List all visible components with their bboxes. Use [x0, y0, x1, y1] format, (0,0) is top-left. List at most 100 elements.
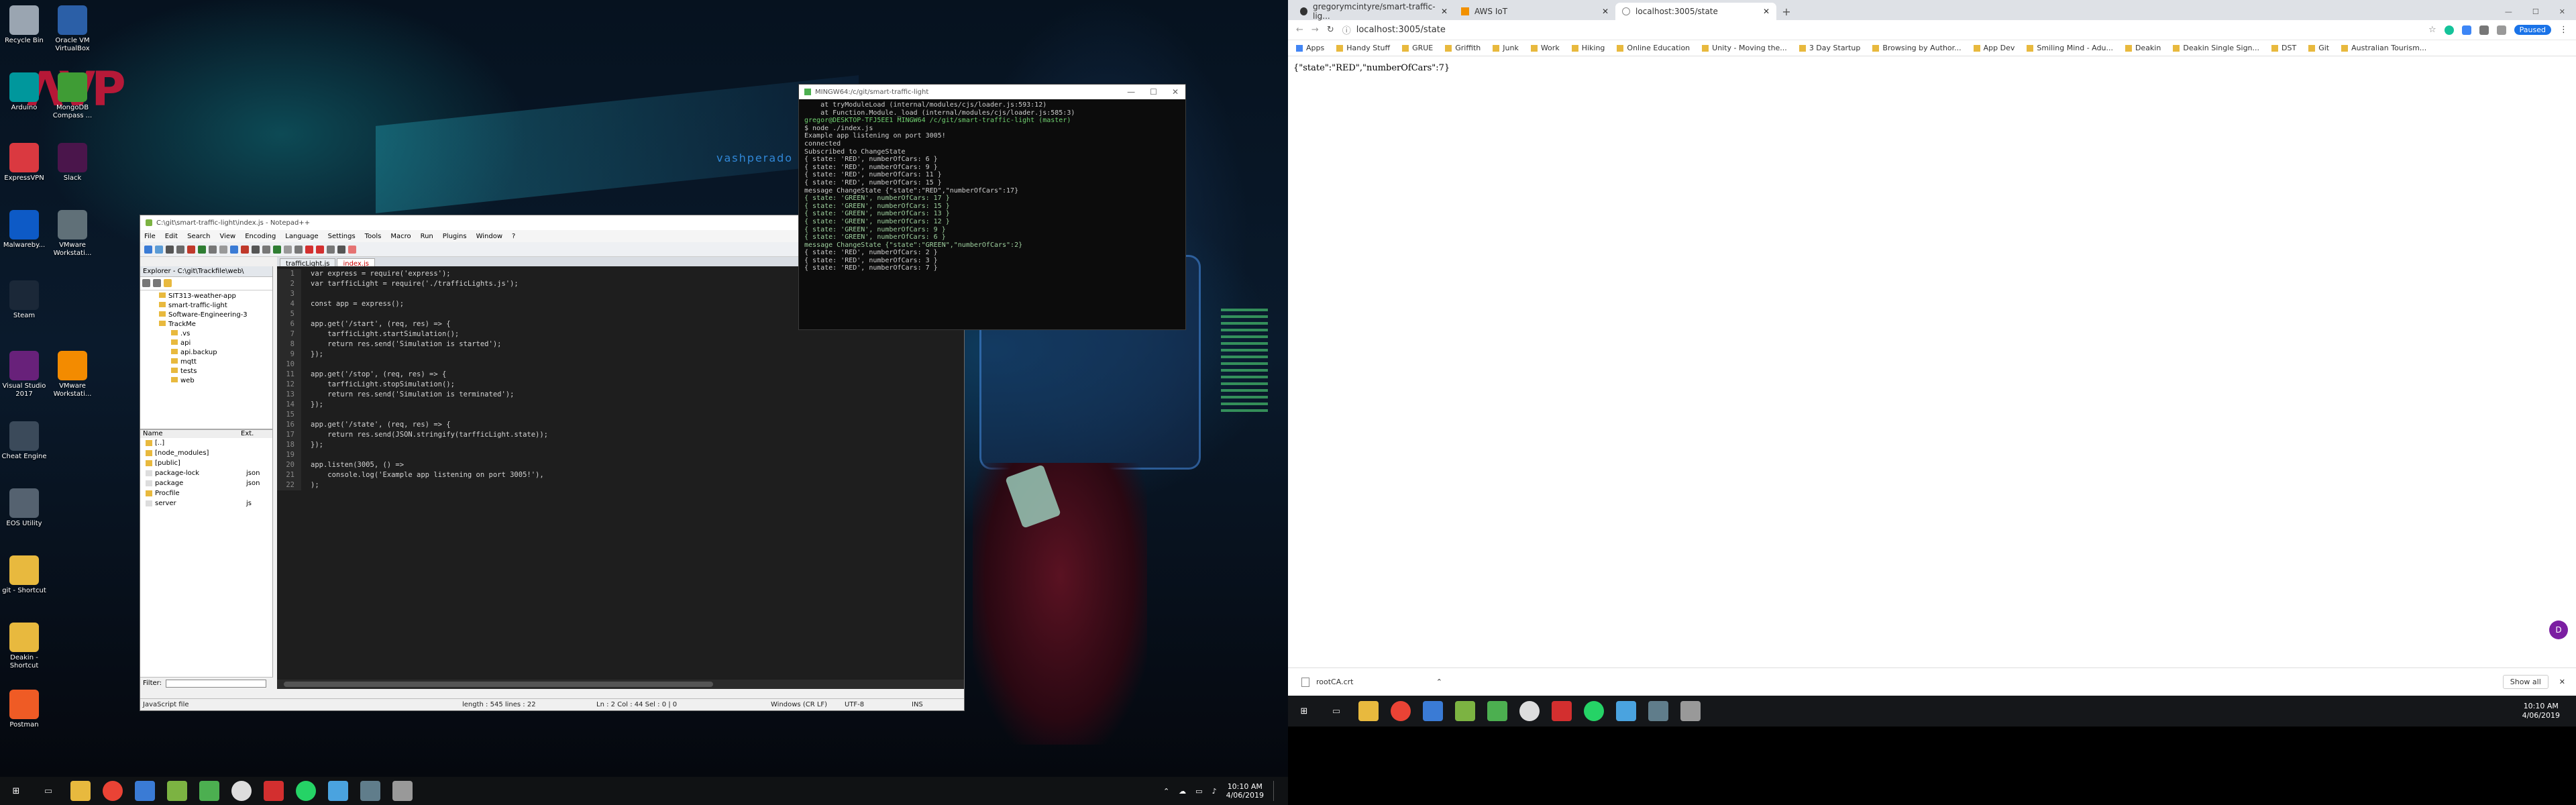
extension-icon[interactable] [2479, 25, 2489, 35]
file-row[interactable]: [public] [146, 458, 272, 468]
app-icon[interactable] [1616, 701, 1636, 721]
address-bar[interactable]: ⓘ localhost:3005/state [1342, 23, 2420, 36]
code-line[interactable]: 17 return res.send(JSON.stringify(tarffi… [277, 430, 964, 440]
file-row[interactable]: Procfile [146, 488, 272, 498]
column-name[interactable]: Name [140, 430, 241, 438]
file-row[interactable]: package-lock json [146, 468, 272, 478]
explorer-forward-icon[interactable] [153, 279, 161, 287]
desktop-shortcut[interactable]: VMware Workstati... [48, 210, 97, 258]
task-view-icon[interactable]: ▭ [1326, 701, 1346, 721]
code-line[interactable]: 11 app.get('/stop', (req, res) => { [277, 370, 964, 380]
desktop-shortcut[interactable]: ExpressVPN [0, 143, 48, 182]
desktop-shortcut[interactable]: EOS Utility [0, 488, 48, 528]
desktop-shortcut[interactable]: Arduino [0, 72, 48, 112]
bookmark-item[interactable]: Git [2308, 44, 2329, 52]
toolbar-button-icon[interactable] [337, 245, 345, 254]
code-line[interactable]: 7 tarfficLight.startSimulation(); [277, 329, 964, 339]
code-line[interactable]: 21 console.log('Example app listening on… [277, 470, 964, 480]
menu-item[interactable]: Plugins [443, 233, 467, 240]
toolbar-button-icon[interactable] [294, 245, 303, 254]
bookmark-item[interactable]: Smiling Mind - Adu... [2027, 44, 2113, 52]
minimize-icon[interactable]: — [2505, 7, 2512, 16]
bookmark-item[interactable]: Online Education [1617, 44, 1690, 52]
settings-icon[interactable] [1680, 701, 1701, 721]
menu-item[interactable]: Window [476, 233, 502, 240]
code-line[interactable]: 14}); [277, 400, 964, 410]
chrome-icon[interactable] [103, 781, 123, 801]
bookmark-item[interactable]: Handy Stuff [1336, 44, 1390, 52]
toolbar-button-icon[interactable] [166, 245, 174, 254]
bookmark-item[interactable]: Deakin [2125, 44, 2161, 52]
file-row[interactable]: server js [146, 498, 272, 508]
settings-icon[interactable] [392, 781, 413, 801]
bookmark-item[interactable]: GRUE [1402, 44, 1433, 52]
menu-item[interactable]: Macro [390, 233, 411, 240]
code-line[interactable]: 12 tarfficLight.stopSimulation(); [277, 380, 964, 390]
tray-network-icon[interactable]: ▭ [1195, 787, 1202, 796]
tray-cloud-icon[interactable]: ☁ [1179, 787, 1186, 796]
toolbar-button-icon[interactable] [230, 245, 238, 254]
show-desktop[interactable] [1273, 781, 1277, 801]
notepad-plus-plus-icon[interactable] [1455, 701, 1475, 721]
windows-start-icon[interactable]: ⊞ [1294, 701, 1314, 721]
menu-item[interactable]: Search [187, 233, 210, 240]
scrollbar-thumb[interactable] [284, 682, 713, 687]
excel-icon[interactable] [199, 781, 219, 801]
bookmark-item[interactable]: Junk [1493, 44, 1519, 52]
bookmark-item[interactable]: Work [1530, 44, 1560, 52]
acrobat-icon[interactable] [1552, 701, 1572, 721]
task-view-icon[interactable]: ▭ [38, 781, 58, 801]
file-row[interactable]: package json [146, 478, 272, 488]
toolbar-button-icon[interactable] [316, 245, 324, 254]
bookmark-item[interactable]: Australian Tourism... [2341, 44, 2426, 52]
desktop-shortcut[interactable]: Postman [0, 690, 48, 729]
vpn-icon[interactable] [1423, 701, 1443, 721]
excel-icon[interactable] [1487, 701, 1507, 721]
clock[interactable]: 10:10 AM 4/06/2019 [2522, 702, 2576, 720]
code-line[interactable]: 8 return res.send('Simulation is started… [277, 339, 964, 350]
toolbar-button-icon[interactable] [305, 245, 313, 254]
tree-item[interactable]: tests [159, 367, 272, 376]
chrome-window[interactable]: gregorymcintyre/smart-traffic-lig... ✕ AW… [1288, 0, 2576, 710]
file-row[interactable]: [..] [146, 438, 272, 448]
bookmark-item[interactable]: Deakin Single Sign... [2173, 44, 2259, 52]
toolbar-button-icon[interactable] [348, 245, 356, 254]
code-line[interactable]: 22); [277, 480, 964, 490]
reload-icon[interactable]: ↻ [1327, 25, 1334, 35]
toolbar-button-icon[interactable] [187, 245, 195, 254]
menu-item[interactable]: Settings [328, 233, 356, 240]
avatar[interactable]: D [2549, 621, 2568, 639]
maximize-icon[interactable]: ☐ [1150, 87, 1157, 97]
code-line[interactable]: 9}); [277, 350, 964, 360]
git-icon[interactable] [1519, 701, 1540, 721]
toolbar-button-icon[interactable] [198, 245, 206, 254]
toolbar-button-icon[interactable] [241, 245, 249, 254]
file-row[interactable]: [node_modules] [146, 448, 272, 458]
tree-item[interactable]: .vs [159, 329, 272, 339]
tab-close-icon[interactable]: ✕ [1441, 7, 1448, 16]
desktop-shortcut[interactable]: git - Shortcut [0, 555, 48, 595]
filter-input[interactable] [165, 679, 266, 688]
toolbar-button-icon[interactable] [252, 245, 260, 254]
tab-github[interactable]: gregorymcintyre/smart-traffic-lig... ✕ [1293, 2, 1454, 21]
desktop-shortcut[interactable]: MongoDB Compass ... [48, 72, 97, 120]
grammarly-icon[interactable] [2444, 25, 2454, 35]
menu-item[interactable]: Tools [365, 233, 382, 240]
menu-item[interactable]: Run [421, 233, 433, 240]
terminal-icon[interactable] [360, 781, 380, 801]
explorer-folder-icon[interactable] [164, 279, 172, 287]
terminal-window[interactable]: MINGW64:/c/git/smart-traffic-light — ☐ ✕… [798, 84, 1186, 330]
toolbar-button-icon[interactable] [284, 245, 292, 254]
bookmark-item[interactable]: 3 Day Startup [1799, 44, 1860, 52]
terminal-icon[interactable] [1648, 701, 1668, 721]
menu-item[interactable]: View [219, 233, 235, 240]
desktop-shortcut[interactable]: VMware Workstati... [48, 351, 97, 398]
file-explorer-icon[interactable] [70, 781, 91, 801]
toolbar-button-icon[interactable] [273, 245, 281, 254]
vpn-icon[interactable] [135, 781, 155, 801]
show-all-button[interactable]: Show all [2502, 675, 2548, 689]
bookmark-item[interactable]: Apps [1296, 44, 1324, 52]
code-line[interactable]: 20 app.listen(3005, () => [277, 460, 964, 470]
forward-icon[interactable]: → [1311, 25, 1319, 35]
extension-icon[interactable] [2496, 25, 2506, 35]
